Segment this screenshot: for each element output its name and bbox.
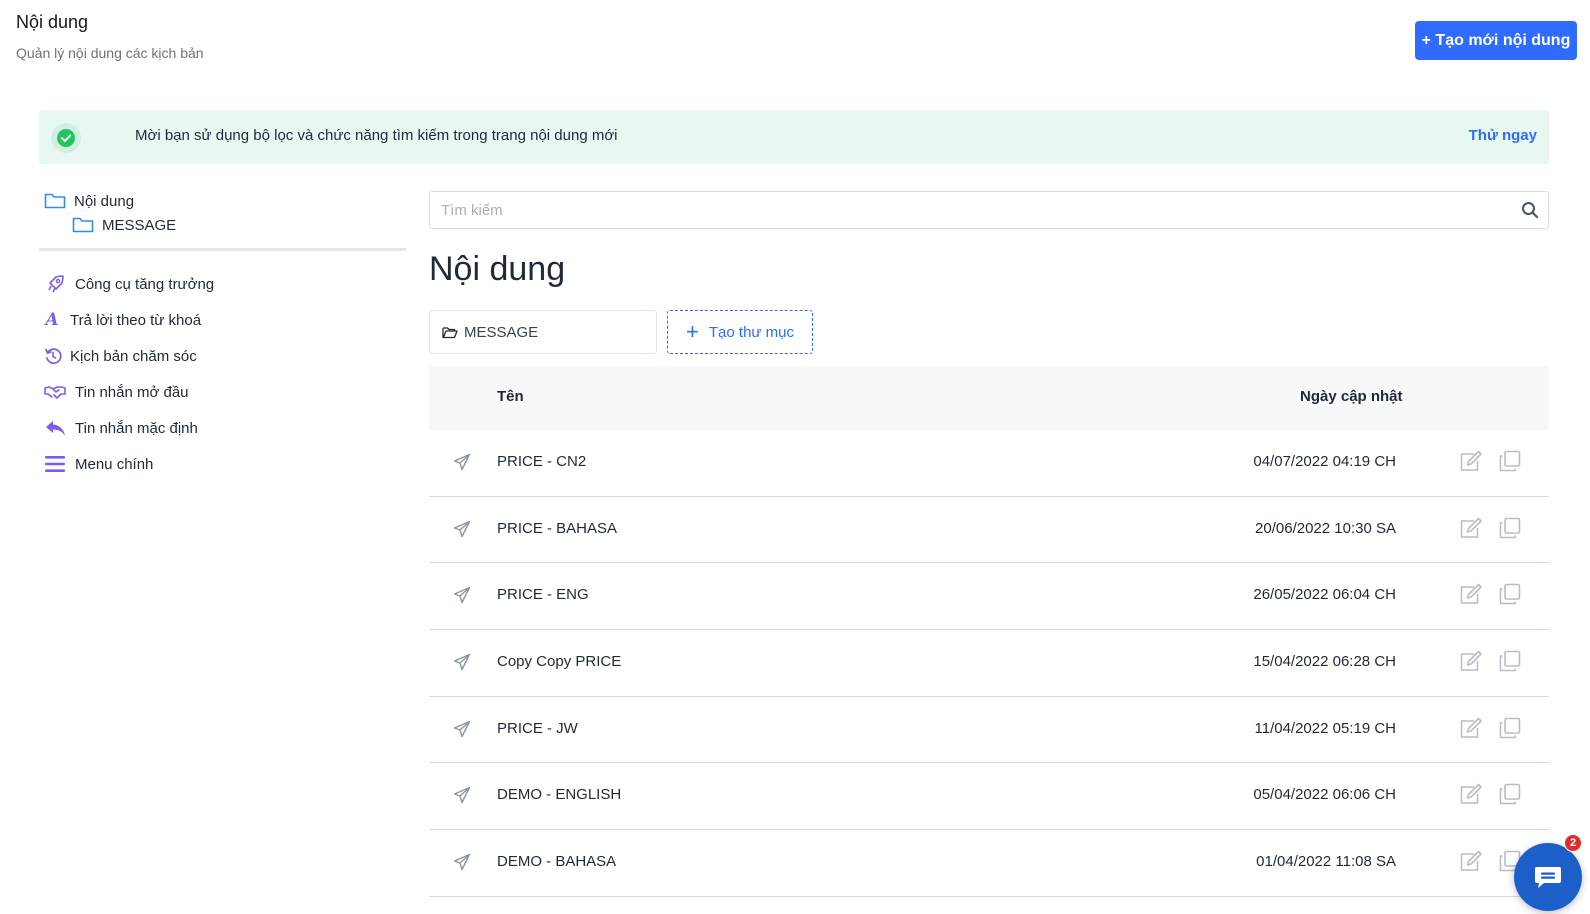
sidebar-item-label: Tin nhắn mở đầu bbox=[75, 383, 189, 401]
sidebar-item-main-menu[interactable]: Menu chính bbox=[44, 452, 214, 476]
sidebar-item-default-message[interactable]: Tin nhắn mặc định bbox=[44, 416, 214, 440]
sidebar-item-growth-tools[interactable]: Công cụ tăng trưởng bbox=[44, 272, 214, 296]
row-name: PRICE - CN2 bbox=[497, 453, 587, 470]
table-row[interactable]: PRICE - ENG 26/05/2022 06:04 CH bbox=[429, 563, 1549, 631]
copy-icon[interactable] bbox=[1499, 517, 1521, 543]
sidebar-item-label: Tin nhắn mặc định bbox=[75, 419, 198, 437]
history-icon bbox=[44, 345, 62, 367]
page-header: Nội dung Quản lý nội dung các kịch bản bbox=[16, 12, 204, 61]
row-updated-date: 11/04/2022 05:19 CH bbox=[1254, 719, 1397, 737]
row-updated-date: 26/05/2022 06:04 CH bbox=[1253, 586, 1396, 604]
try-now-link[interactable]: Thử ngay bbox=[1469, 127, 1537, 144]
sidebar-item-label: Kịch bản chăm sóc bbox=[70, 347, 197, 365]
table-row[interactable]: PRICE - CN2 04/07/2022 04:19 CH bbox=[429, 430, 1549, 497]
sidebar-item-care-scenario[interactable]: Kịch bản chăm sóc bbox=[44, 344, 214, 368]
content-heading: Nội dung bbox=[429, 250, 566, 288]
send-icon bbox=[453, 653, 471, 675]
folder-tree: Nội dung MESSAGE bbox=[44, 189, 424, 237]
sidebar-item-keyword-reply[interactable]: A Trả lời theo từ khoá bbox=[44, 308, 214, 332]
folder-chip-label: MESSAGE bbox=[464, 323, 539, 341]
check-circle-icon bbox=[51, 123, 81, 153]
sidebar-menu: Công cụ tăng trưởng A Trả lời theo từ kh… bbox=[44, 272, 214, 488]
sidebar-item-label: Công cụ tăng trưởng bbox=[75, 275, 215, 293]
table-row[interactable]: DEMO - ENGLISH 05/04/2022 06:06 CH bbox=[429, 763, 1549, 831]
copy-icon[interactable] bbox=[1499, 783, 1521, 809]
edit-icon[interactable] bbox=[1459, 783, 1483, 809]
edit-icon[interactable] bbox=[1459, 717, 1483, 743]
content-table: Tên Ngày cập nhật PRICE - CN2 04/07/2022 … bbox=[429, 366, 1549, 897]
row-updated-date: 04/07/2022 04:19 CH bbox=[1253, 453, 1396, 470]
search-icon[interactable] bbox=[1512, 201, 1548, 219]
tree-item-message[interactable]: MESSAGE bbox=[72, 213, 424, 237]
plus-icon: + bbox=[686, 319, 699, 344]
divider bbox=[39, 248, 406, 251]
rocket-icon bbox=[44, 273, 66, 295]
edit-icon[interactable] bbox=[1459, 650, 1483, 676]
row-name: PRICE - BAHASA bbox=[497, 519, 618, 537]
folder-icon bbox=[72, 217, 94, 233]
row-updated-date: 05/04/2022 06:06 CH bbox=[1253, 786, 1396, 804]
menu-icon bbox=[44, 453, 66, 475]
copy-icon[interactable] bbox=[1499, 650, 1521, 676]
chat-icon bbox=[1535, 867, 1561, 888]
table-row[interactable]: DEMO - BAHASA 01/04/2022 11:08 SA bbox=[429, 830, 1549, 897]
sidebar-item-label: Menu chính bbox=[75, 455, 154, 473]
letter-a-icon: A bbox=[45, 310, 59, 330]
reply-icon bbox=[44, 417, 66, 439]
tree-item-label: MESSAGE bbox=[102, 216, 177, 234]
row-name: PRICE - ENG bbox=[497, 586, 589, 604]
notice-banner: Mời bạn sử dụng bộ lọc và chức năng tìm … bbox=[39, 110, 1549, 164]
edit-icon[interactable] bbox=[1459, 850, 1483, 876]
folder-chip-message[interactable]: MESSAGE bbox=[429, 310, 657, 354]
send-icon bbox=[453, 453, 471, 475]
notice-text: Mời bạn sử dụng bộ lọc và chức năng tìm … bbox=[135, 127, 618, 144]
page-subtitle: Quản lý nội dung các kịch bản bbox=[16, 45, 204, 61]
copy-icon[interactable] bbox=[1499, 450, 1521, 476]
send-icon bbox=[453, 586, 471, 608]
chat-widget-button[interactable] bbox=[1514, 843, 1582, 911]
row-name: DEMO - BAHASA bbox=[497, 853, 617, 871]
sidebar-item-label: Trả lời theo từ khoá bbox=[70, 311, 202, 329]
send-icon bbox=[453, 720, 471, 742]
tree-item-root[interactable]: Nội dung bbox=[44, 189, 424, 213]
handshake-icon bbox=[44, 381, 66, 403]
row-updated-date: 20/06/2022 10:30 SA bbox=[1255, 519, 1396, 537]
table-row[interactable]: PRICE - BAHASA 20/06/2022 10:30 SA bbox=[429, 497, 1549, 564]
edit-icon[interactable] bbox=[1459, 450, 1483, 476]
table-row[interactable]: PRICE - JW 11/04/2022 05:19 CH bbox=[429, 697, 1549, 764]
table-row[interactable]: Copy Copy PRICE 15/04/2022 06:28 CH bbox=[429, 630, 1549, 697]
copy-icon[interactable] bbox=[1499, 717, 1521, 743]
sidebar-item-welcome-message[interactable]: Tin nhắn mở đầu bbox=[44, 380, 214, 404]
notification-badge: 2 bbox=[1564, 834, 1582, 852]
send-icon bbox=[453, 520, 471, 542]
tree-item-label: Nội dung bbox=[74, 192, 135, 210]
edit-icon[interactable] bbox=[1459, 583, 1483, 609]
row-updated-date: 01/04/2022 11:08 SA bbox=[1256, 853, 1396, 871]
row-name: DEMO - ENGLISH bbox=[497, 786, 622, 804]
table-header: Tên Ngày cập nhật bbox=[429, 366, 1549, 430]
row-name: PRICE - JW bbox=[497, 719, 578, 737]
folder-icon bbox=[44, 193, 66, 209]
page-title: Nội dung bbox=[16, 12, 89, 32]
send-icon bbox=[453, 786, 471, 808]
create-folder-label: Tạo thư mục bbox=[708, 323, 794, 341]
search-input[interactable] bbox=[430, 192, 1512, 228]
send-icon bbox=[453, 853, 471, 875]
column-header-updated: Ngày cập nhật bbox=[1300, 388, 1403, 405]
create-folder-button[interactable]: + Tạo thư mục bbox=[667, 310, 813, 354]
edit-icon[interactable] bbox=[1459, 517, 1483, 543]
open-folder-icon bbox=[442, 326, 458, 338]
row-updated-date: 15/04/2022 06:28 CH bbox=[1253, 653, 1396, 671]
create-content-button[interactable]: + Tạo mới nội dung bbox=[1415, 21, 1577, 60]
copy-icon[interactable] bbox=[1499, 583, 1521, 609]
search-bar bbox=[429, 191, 1549, 229]
column-header-name: Tên bbox=[497, 388, 524, 405]
row-name: Copy Copy PRICE bbox=[497, 653, 622, 671]
